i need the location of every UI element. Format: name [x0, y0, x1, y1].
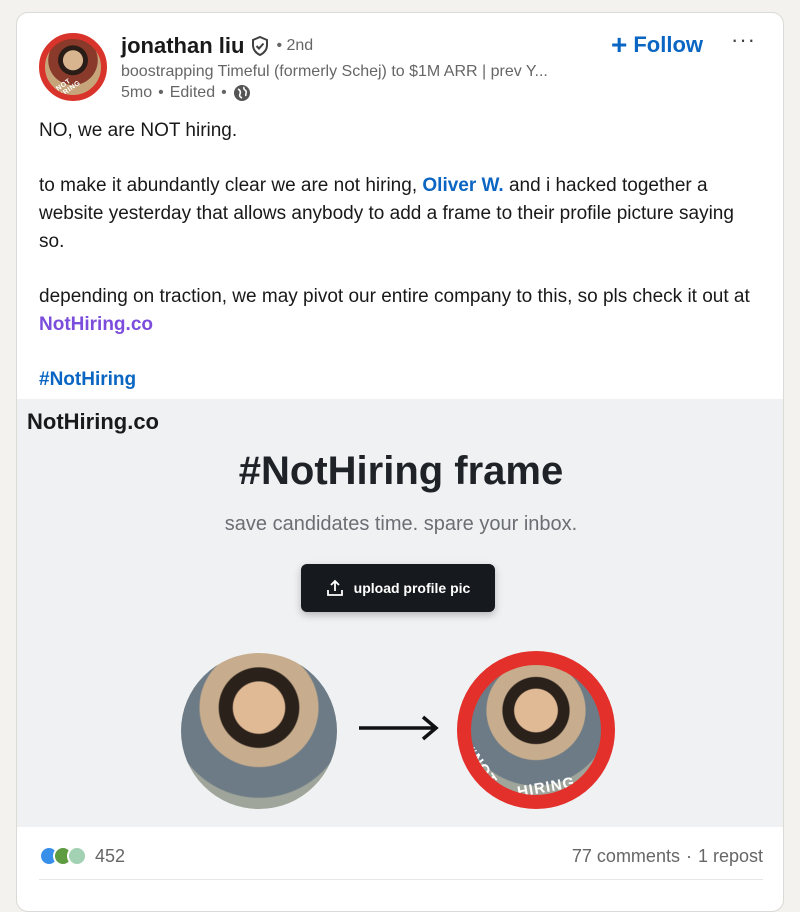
divider: [39, 879, 763, 880]
author-name[interactable]: jonathan liu: [121, 33, 244, 59]
comment-repost-counts: 77 comments · 1 repost: [572, 846, 763, 867]
support-icon: [67, 846, 87, 866]
upload-label: upload profile pic: [353, 580, 471, 596]
name-row: jonathan liu • 2nd: [121, 31, 601, 61]
post-meta: 5mo • Edited •: [121, 84, 601, 102]
hashtag-paragraph: #NotHiring: [39, 366, 759, 394]
original-photo: [181, 653, 337, 809]
website-link[interactable]: NotHiring.co: [39, 314, 153, 335]
post-paragraph-2: to make it abundantly clear we are not h…: [39, 172, 759, 256]
globe-icon: [233, 85, 250, 101]
post-time: 5mo: [121, 84, 153, 101]
reactions-summary[interactable]: 452: [39, 846, 125, 867]
follow-label: Follow: [633, 32, 704, 57]
upload-profile-pic-button: upload profile pic: [301, 564, 495, 612]
social-counts: 452 77 comments · 1 repost: [39, 841, 763, 871]
meta-dot: •: [158, 84, 164, 101]
edited-label: Edited: [169, 84, 216, 101]
verified-shield-icon: [252, 36, 269, 56]
avatar: #NOT HIRING: [39, 33, 107, 101]
media-brand: NotHiring.co: [27, 409, 159, 434]
framed-photo: #NOT HIRING: [457, 651, 615, 809]
arrow-right-icon: [359, 715, 439, 741]
mention-link[interactable]: Oliver W.: [422, 175, 503, 196]
post-text: NO, we are NOT hiring. to make it abunda…: [39, 117, 759, 421]
meta-dot: •: [221, 84, 227, 101]
comments-link[interactable]: 77 comments: [572, 846, 680, 867]
post-paragraph-3: depending on traction, we may pivot our …: [39, 283, 759, 339]
post-image[interactable]: NotHiring.co #NotHiring frame save candi…: [17, 399, 783, 827]
text-segment: depending on traction, we may pivot our …: [39, 286, 750, 307]
hashtag-link[interactable]: #NotHiring: [39, 369, 136, 390]
media-title: #NotHiring frame: [238, 449, 564, 493]
plus-icon: +: [611, 29, 628, 60]
reaction-icons: [39, 846, 87, 866]
post-card: #NOT HIRING jonathan liu • 2nd boostrapp…: [16, 12, 784, 912]
reaction-count: 452: [95, 845, 126, 866]
degree-label: 2nd: [286, 37, 314, 54]
post-line-1: NO, we are NOT hiring.: [39, 120, 238, 141]
author-avatar[interactable]: #NOT HIRING: [39, 33, 107, 101]
more-options-icon[interactable]: ···: [731, 27, 756, 53]
author-info: jonathan liu • 2nd boostrapping Timeful …: [121, 31, 601, 102]
reposts-link[interactable]: 1 repost: [698, 846, 763, 867]
frame-text: #NOT: [461, 743, 501, 789]
connection-degree: • 2nd: [276, 37, 314, 54]
media-subtitle: save candidates time. spare your inbox.: [224, 513, 578, 535]
avatar-badge: #NOT HIRING: [51, 77, 83, 101]
frame-text: HIRING: [515, 774, 577, 801]
upload-icon: [326, 579, 343, 596]
follow-button[interactable]: + Follow: [611, 31, 703, 59]
author-headline: boostrapping Timeful (formerly Schej) to…: [121, 63, 548, 80]
count-separator: ·: [685, 845, 692, 866]
text-segment: to make it abundantly clear we are not h…: [39, 175, 423, 196]
